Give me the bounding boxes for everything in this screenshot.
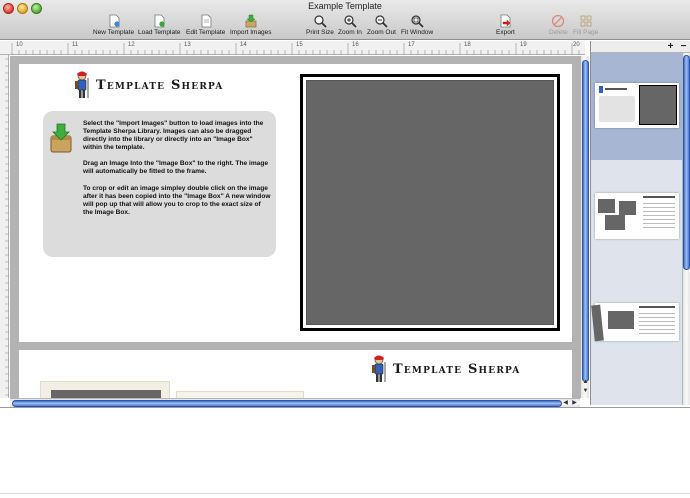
import-images-icon [245, 14, 257, 28]
fill-page-button[interactable]: Fill Page [573, 14, 598, 36]
scroll-down-arrow-icon[interactable]: ▼ [581, 387, 590, 395]
logo-text: Template Sherpa [393, 361, 521, 377]
page-list-scrollbar[interactable] [682, 53, 690, 405]
canvas-horizontal-scrollbar[interactable]: ◀ ▶ [10, 398, 580, 407]
image-box-frame[interactable] [300, 74, 560, 331]
instruction-paragraph: Drag an Image Into the "Image Box" to th… [83, 160, 269, 176]
thumbnail-image-box [608, 311, 634, 329]
ruler-label: 19 [520, 42, 527, 48]
page-thumbnail-2[interactable] [595, 193, 679, 239]
status-area [0, 407, 690, 498]
import-images-icon [50, 123, 72, 153]
template-page-2[interactable]: Template Sherpa [19, 350, 572, 398]
zoom-out-button[interactable]: Zoom Out [367, 14, 396, 36]
instructions-text: Select the "Import Images" button to loa… [83, 120, 271, 225]
thumbnail-film-strip [591, 304, 604, 342]
page-thumbnail-1[interactable] [595, 83, 679, 128]
thumbnail-image-box [605, 215, 625, 230]
sherpa-mascot-icon [75, 71, 89, 98]
thumbnail-image-box [598, 199, 615, 213]
thumbnail-text-area [599, 86, 637, 124]
image-box-frame[interactable] [40, 381, 170, 398]
load-document-icon [154, 14, 165, 28]
instruction-paragraph: To crop or edit an image simpley double … [83, 184, 271, 216]
thumbnail-title-line [643, 196, 675, 198]
divider [0, 493, 690, 494]
remove-page-button[interactable]: − [678, 41, 689, 52]
zoom-in-button[interactable]: Zoom In [338, 14, 362, 36]
window-toolbar: Example Template New Template Load Templ… [0, 0, 690, 40]
sherpa-mascot-icon [372, 355, 386, 382]
scroll-up-arrow-icon[interactable]: ▲ [581, 378, 590, 386]
image-box[interactable] [306, 80, 554, 325]
canvas-vertical-scrollbar[interactable]: ▲ ▼ [580, 56, 589, 398]
page-list-header: + − [590, 41, 690, 53]
fit-window-icon [411, 15, 424, 28]
print-size-button[interactable]: Print Size [306, 14, 334, 36]
thumbnail-title-line [605, 88, 627, 90]
instruction-paragraph: Select the "Import Images" button to loa… [83, 120, 264, 152]
ruler-label: 12 [128, 42, 135, 48]
scroll-left-arrow-icon[interactable]: ◀ [561, 399, 570, 407]
vertical-ruler-ticks [5, 58, 9, 396]
template-sherpa-logo: Template Sherpa [371, 354, 521, 384]
image-box[interactable] [51, 390, 161, 398]
ruler-ticks [11, 43, 580, 55]
edit-template-button[interactable]: Edit Template [186, 14, 225, 36]
window-title: Example Template [308, 1, 382, 11]
logo-text: Template Sherpa [96, 77, 224, 93]
mascot-mini-icon [599, 86, 603, 93]
ruler-label: 20 [573, 42, 580, 48]
zoom-out-icon [375, 15, 389, 28]
export-button[interactable]: Export [496, 14, 515, 36]
scroll-right-arrow-icon[interactable]: ▶ [570, 399, 579, 407]
text-box[interactable] [176, 391, 304, 398]
horizontal-ruler: 10 11 12 13 14 15 16 17 18 19 20 [0, 41, 585, 55]
template-sherpa-logo: Template Sherpa [74, 70, 224, 100]
ruler-label: 15 [296, 42, 303, 48]
edit-document-icon [201, 14, 212, 28]
instructions-box: Select the "Import Images" button to loa… [43, 111, 276, 257]
ruler-label: 16 [352, 42, 359, 48]
delete-button[interactable]: Delete [549, 14, 568, 36]
delete-icon [552, 14, 565, 28]
thumbnail-instructions-box [599, 96, 635, 122]
ruler-label: 18 [464, 42, 471, 48]
ruler-label: 13 [184, 42, 191, 48]
template-page-1[interactable]: Template Sherpa Select the "Import Image… [19, 64, 572, 342]
fit-window-button[interactable]: Fit Window [401, 14, 433, 36]
page-thumbnail-3[interactable] [591, 303, 679, 342]
page-thumbnail-list [590, 53, 682, 405]
thumbnail-image-box [639, 85, 677, 125]
thumbnail-image-box [619, 201, 636, 215]
zoom-in-icon [344, 15, 357, 28]
ruler-label: 14 [240, 42, 247, 48]
add-page-button[interactable]: + [665, 41, 676, 52]
fill-page-icon [580, 15, 592, 27]
vertical-scroll-thumb[interactable] [582, 60, 589, 382]
horizontal-scroll-thumb[interactable] [12, 400, 562, 407]
export-icon [500, 14, 511, 28]
ruler-label: 10 [16, 42, 23, 48]
vertical-ruler [0, 55, 9, 398]
magnifier-icon [314, 15, 327, 28]
load-template-button[interactable]: Load Template [138, 14, 181, 36]
thumbnail-title-line [639, 306, 675, 308]
thumbnail-text-lines [643, 203, 675, 231]
new-document-icon [109, 14, 120, 28]
thumbnail-text-lines [639, 313, 675, 335]
template-canvas[interactable]: Template Sherpa Select the "Import Image… [10, 56, 580, 398]
ruler-label: 17 [408, 42, 415, 48]
new-template-button[interactable]: New Template [93, 14, 134, 36]
page-list-scroll-thumb[interactable] [683, 55, 690, 270]
ruler-label: 11 [72, 42, 79, 48]
import-images-button[interactable]: Import Images [230, 14, 272, 36]
